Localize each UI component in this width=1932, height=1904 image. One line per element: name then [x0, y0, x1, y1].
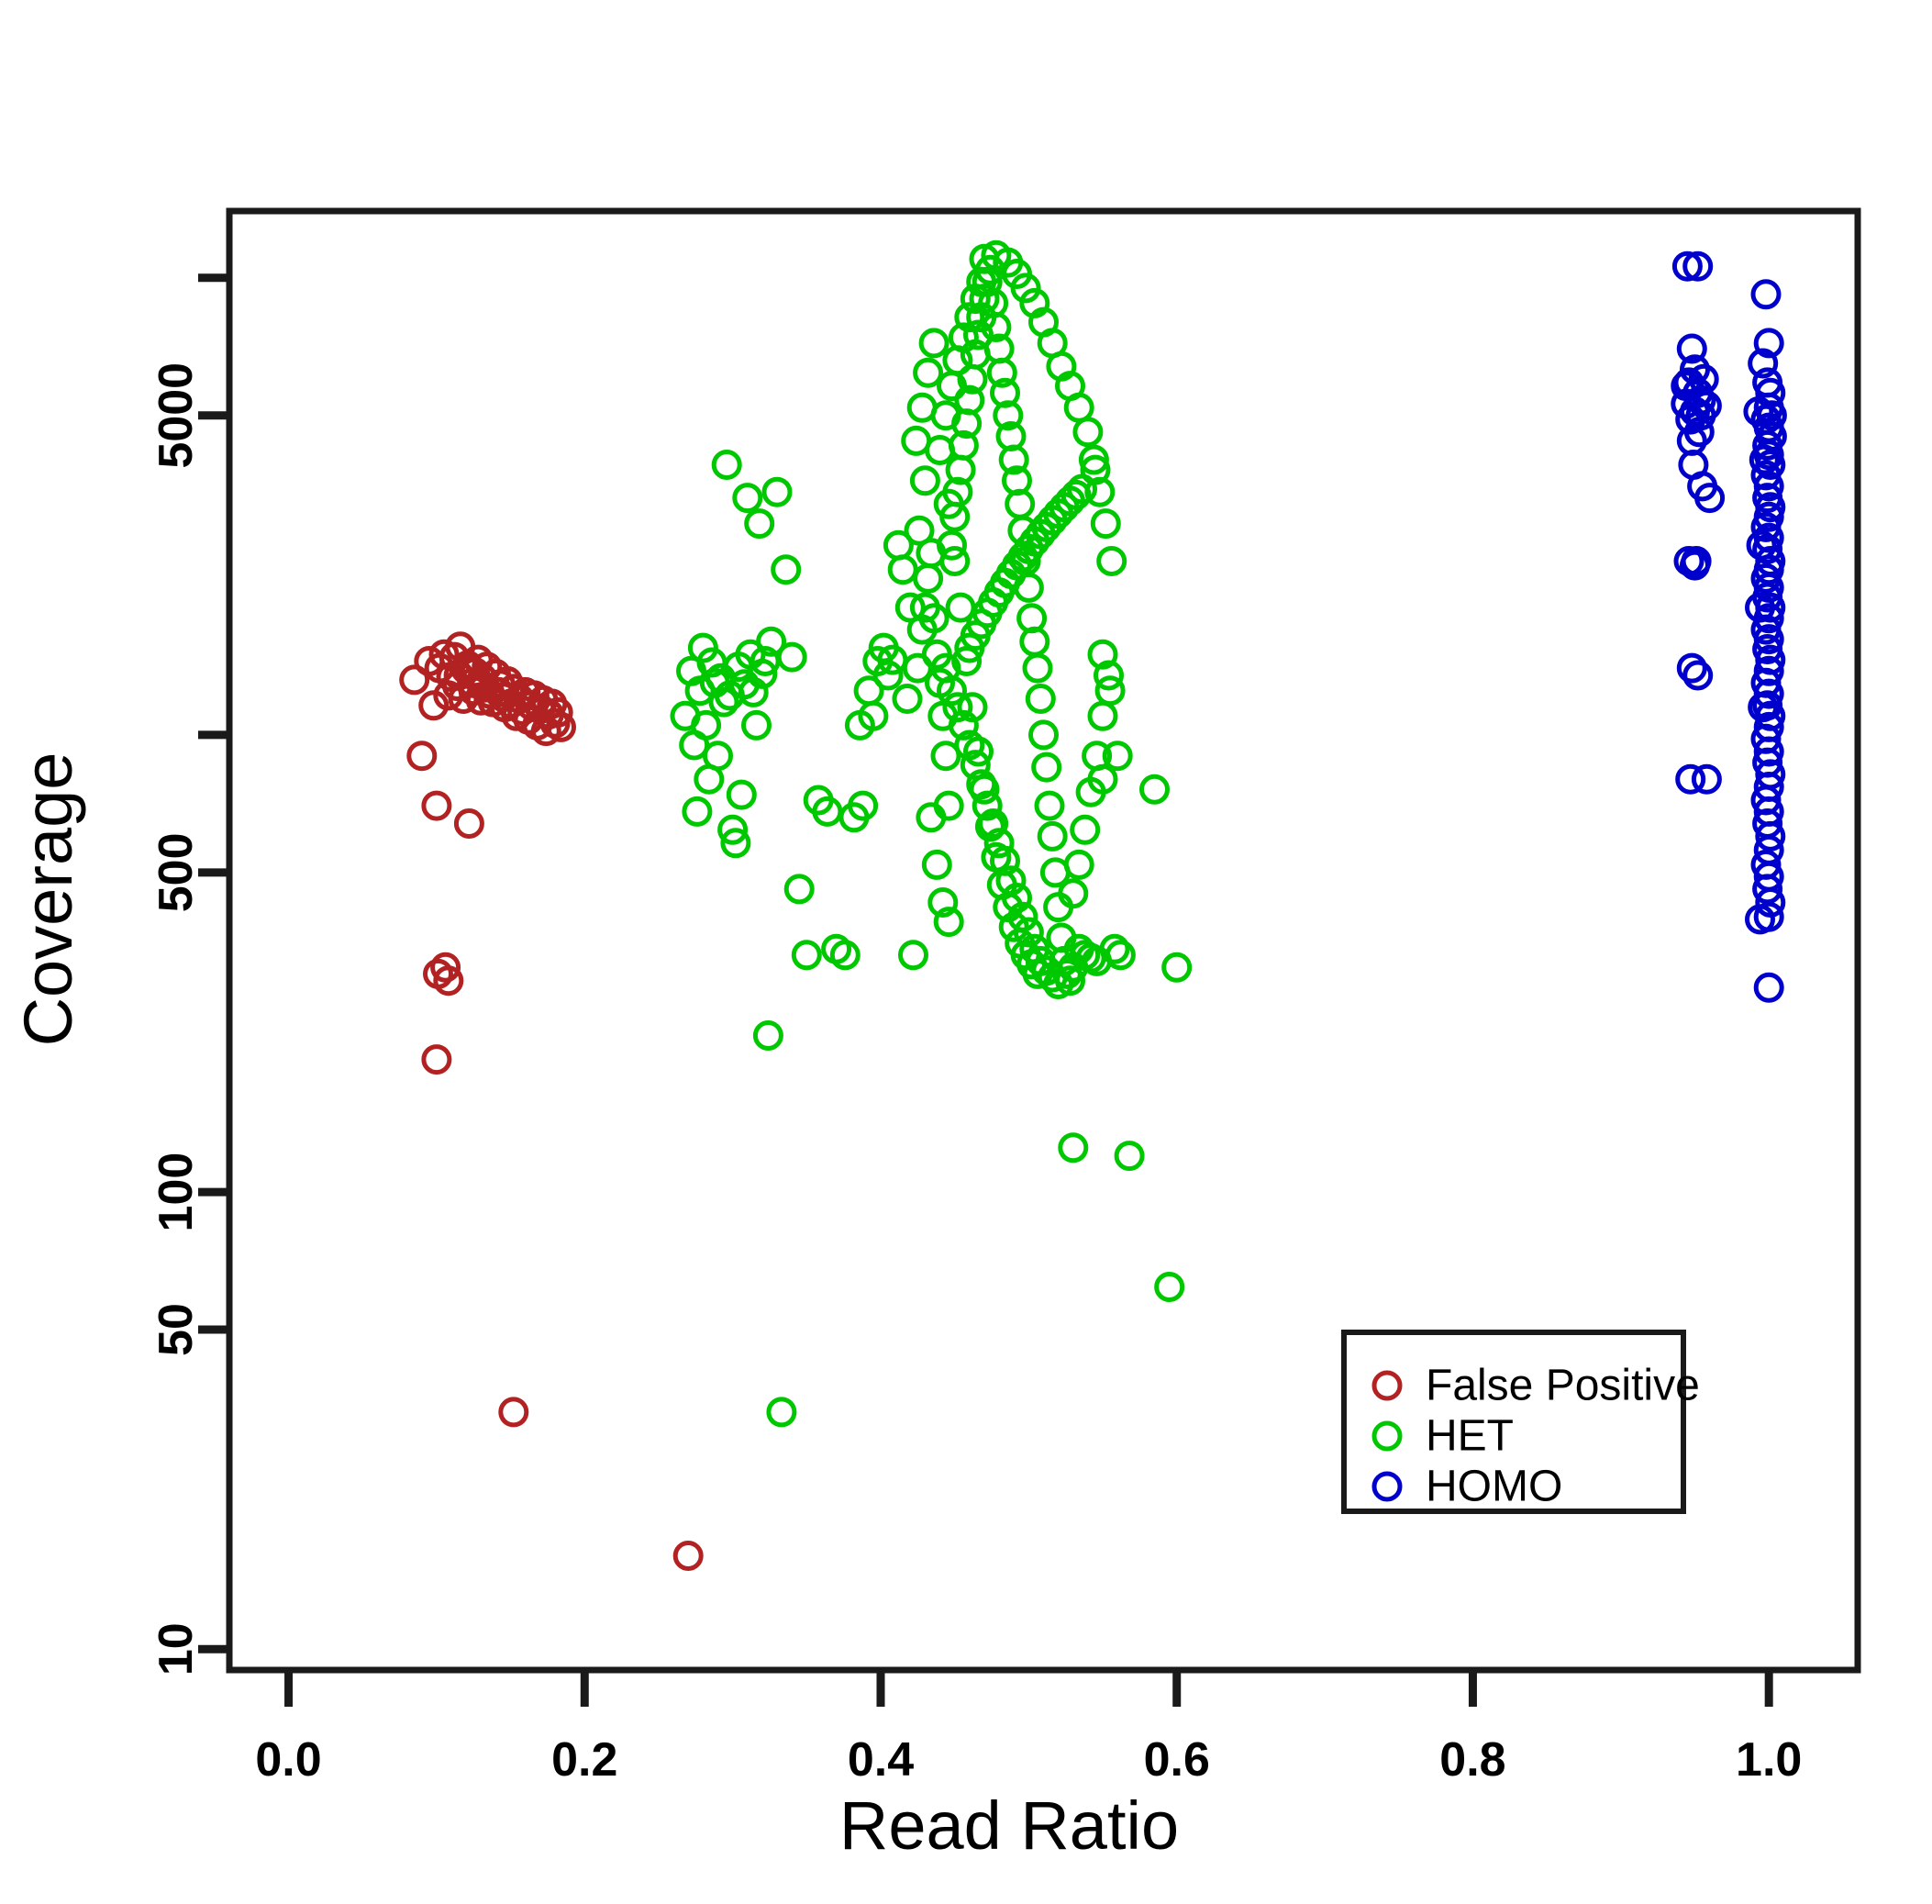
legend-label-het: HET: [1426, 1412, 1514, 1461]
y-tick-label: 5000: [150, 362, 203, 469]
x-axis-title: Read Ratio: [839, 1787, 1179, 1864]
plot-canvas: 10 50 100 500 5000 0.0 0.2 0.4 0.6 0.8 1.0 Read R…: [0, 0, 1932, 1904]
y-tick-label: 500: [150, 833, 203, 913]
x-tick-label: 1.0: [1736, 1733, 1802, 1787]
scatter-plot-figure: 10 50 100 500 5000 0.0 0.2 0.4 0.6 0.8 1.0 Read R…: [0, 0, 1932, 1904]
y-axis-title: Coverage: [10, 752, 86, 1047]
y-tick-label: 10: [150, 1622, 203, 1676]
x-tick-label: 0.8: [1439, 1733, 1505, 1787]
y-tick-label: 50: [150, 1303, 203, 1356]
x-tick-label: 0.2: [551, 1733, 617, 1787]
x-tick-label: 0.4: [848, 1733, 914, 1787]
figure-background: [0, 0, 1932, 1904]
legend-label-homo: HOMO: [1426, 1463, 1562, 1511]
legend: False PositiveHETHOMO: [1341, 1330, 1700, 1514]
x-tick-label: 0.6: [1144, 1733, 1210, 1787]
legend-label-false-positive: False Positive: [1426, 1362, 1700, 1410]
x-tick-label: 0.0: [255, 1733, 321, 1787]
y-tick-label: 100: [150, 1152, 203, 1232]
